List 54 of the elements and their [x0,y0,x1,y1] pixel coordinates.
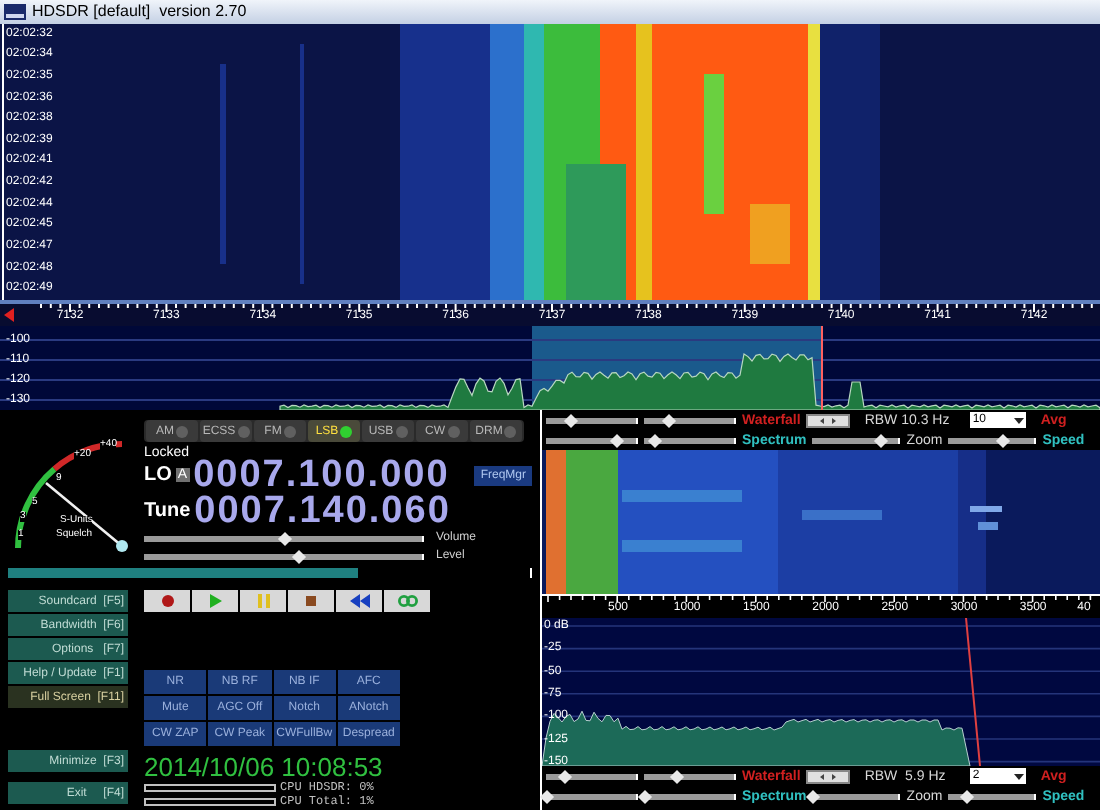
rewind-icon [349,594,369,608]
record-icon [157,594,177,608]
s-meter-scale [15,441,123,549]
slider[interactable] [812,789,901,803]
slider-thumb[interactable] [647,432,662,448]
slider-thumb[interactable] [959,788,975,804]
tune-frequency: 0007.140.060 [194,496,451,526]
led-icon [340,425,353,437]
slider[interactable] [546,413,638,427]
slider-thumb[interactable] [995,432,1010,448]
stop-icon [301,594,321,608]
led-icon [176,425,188,437]
caret-icon [1014,417,1025,423]
led-icon [504,425,517,437]
clock: 2014/10/06 10:08:53 [144,754,385,780]
spinner[interactable] [806,769,851,783]
led-icon [283,425,296,437]
led-icon [395,425,408,437]
transport-button[interactable] [288,590,334,612]
tune-marker-icon [4,308,14,322]
tune-label: Tune [144,498,191,526]
loop-icon [397,594,417,608]
tune-line [821,326,823,410]
lo-label: LO [144,462,172,490]
slider-thumb[interactable] [558,768,573,784]
app-icon [4,4,26,20]
window-title: HDSDR [default] version 2.70 [32,4,247,20]
caret-icon [1014,773,1025,779]
slider-thumb[interactable] [874,432,889,448]
slider-thumb[interactable] [670,768,685,784]
slider[interactable] [546,433,638,447]
pause-icon [253,594,273,608]
slider-thumb[interactable] [539,788,555,804]
slider-thumb[interactable] [660,412,676,428]
slider[interactable] [644,789,736,803]
slider-thumb[interactable] [637,788,653,804]
slider[interactable] [546,769,638,783]
led-icon [447,425,459,437]
play-icon [205,594,225,608]
lo-frequency: 0007.100.000 [193,460,450,490]
led-icon [237,425,250,437]
slider-thumb[interactable] [277,530,293,546]
meter-needle [45,482,123,547]
cpu-meter [144,783,276,791]
slider-thumb[interactable] [562,412,578,428]
slider-thumb[interactable] [806,788,821,804]
transport-button[interactable] [336,590,382,612]
spinner[interactable] [806,413,851,427]
cpu-meter [144,797,276,805]
needle-pivot-icon [116,540,128,552]
slider-thumb[interactable] [291,548,307,564]
slider[interactable] [546,789,638,803]
slider-thumb[interactable] [608,432,624,448]
transport-button[interactable] [144,590,190,612]
